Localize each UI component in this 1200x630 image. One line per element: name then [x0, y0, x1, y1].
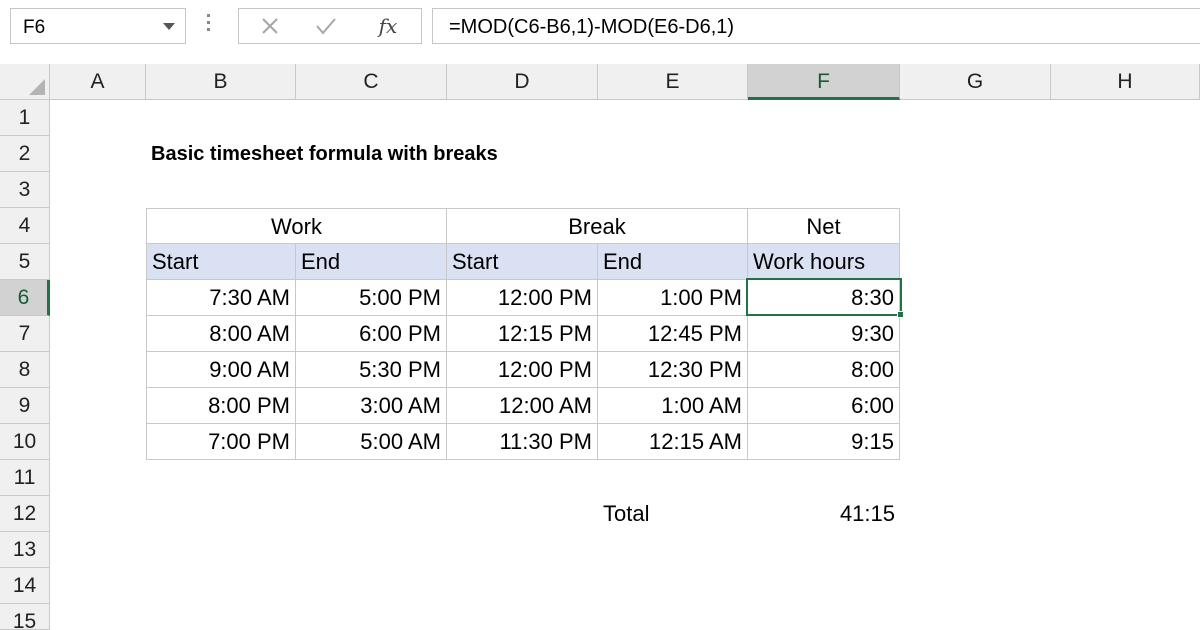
cell-d10[interactable]: 11:30 PM [447, 424, 598, 460]
sheet-title[interactable]: Basic timesheet formula with breaks [146, 136, 503, 172]
formula-input[interactable]: =MOD(C6-B6,1)-MOD(E6-D6,1) [432, 8, 1200, 44]
work-group-header[interactable]: Work [146, 208, 447, 244]
cell-c6[interactable]: 5:00 PM [296, 280, 447, 316]
work-end-header[interactable]: End [296, 244, 447, 280]
cell-e8[interactable]: 12:30 PM [598, 352, 748, 388]
row-header-3[interactable]: 3 [0, 172, 50, 208]
cell-b8[interactable]: 9:00 AM [146, 352, 296, 388]
work-start-header[interactable]: Start [146, 244, 296, 280]
row-header-8[interactable]: 8 [0, 352, 50, 388]
cell-c8[interactable]: 5:30 PM [296, 352, 447, 388]
cell-e10[interactable]: 12:15 AM [598, 424, 748, 460]
cell-b9[interactable]: 8:00 PM [146, 388, 296, 424]
row-header-1[interactable]: 1 [0, 100, 50, 136]
column-header-e[interactable]: E [598, 64, 748, 100]
row-header-9[interactable]: 9 [0, 388, 50, 424]
cell-d9[interactable]: 12:00 AM [447, 388, 598, 424]
formula-text: =MOD(C6-B6,1)-MOD(E6-D6,1) [449, 16, 734, 39]
cell-e7[interactable]: 12:45 PM [598, 316, 748, 352]
formula-bar: F6 fx =MOD(C6-B6,1)-MOD(E6-D6,1) [0, 0, 1200, 64]
cell-d8[interactable]: 12:00 PM [447, 352, 598, 388]
cell-c10[interactable]: 5:00 AM [296, 424, 447, 460]
cell-f10[interactable]: 9:15 [748, 424, 900, 460]
insert-function-icon[interactable]: fx [363, 9, 413, 43]
row-header-14[interactable]: 14 [0, 568, 50, 604]
column-header-b[interactable]: B [146, 64, 296, 100]
row-header-2[interactable]: 2 [0, 136, 50, 172]
total-value[interactable]: 41:15 [748, 496, 900, 532]
row-header-6[interactable]: 6 [0, 280, 50, 316]
name-box-value: F6 [23, 17, 45, 39]
cell-b7[interactable]: 8:00 AM [146, 316, 296, 352]
column-header-c[interactable]: C [296, 64, 447, 100]
total-label[interactable]: Total [598, 496, 748, 532]
cell-f6[interactable]: 8:30 [748, 280, 900, 316]
cell-f8[interactable]: 8:00 [748, 352, 900, 388]
net-group-header[interactable]: Net [748, 208, 900, 244]
worksheet-grid[interactable]: A B C D E F G H 1 2 3 4 5 6 7 8 9 10 11 … [0, 64, 1200, 630]
formula-buttons: fx [238, 8, 422, 44]
fill-handle[interactable] [897, 311, 904, 318]
column-header-a[interactable]: A [50, 64, 146, 100]
checkmark-icon[interactable] [301, 9, 351, 43]
cell-e6[interactable]: 1:00 PM [598, 280, 748, 316]
select-all-triangle-icon [29, 79, 45, 95]
column-header-d[interactable]: D [447, 64, 598, 100]
row-header-5[interactable]: 5 [0, 244, 50, 280]
dropdown-arrow-icon[interactable] [163, 23, 175, 30]
cell-c9[interactable]: 3:00 AM [296, 388, 447, 424]
cell-c7[interactable]: 6:00 PM [296, 316, 447, 352]
break-start-header[interactable]: Start [447, 244, 598, 280]
cell-e9[interactable]: 1:00 AM [598, 388, 748, 424]
grip-handle-icon[interactable] [207, 14, 211, 38]
row-header-12[interactable]: 12 [0, 496, 50, 532]
row-header-4[interactable]: 4 [0, 208, 50, 244]
row-header-10[interactable]: 10 [0, 424, 50, 460]
fx-label: fx [379, 14, 398, 38]
cell-d7[interactable]: 12:15 PM [447, 316, 598, 352]
cell-f7[interactable]: 9:30 [748, 316, 900, 352]
column-header-f[interactable]: F [748, 64, 900, 100]
row-header-7[interactable]: 7 [0, 316, 50, 352]
row-header-11[interactable]: 11 [0, 460, 50, 496]
name-box[interactable]: F6 [10, 8, 186, 44]
row-header-15[interactable]: 15 [0, 604, 50, 630]
cell-b6[interactable]: 7:30 AM [146, 280, 296, 316]
break-end-header[interactable]: End [598, 244, 748, 280]
select-all-button[interactable] [0, 64, 50, 100]
column-header-h[interactable]: H [1051, 64, 1200, 100]
cell-b10[interactable]: 7:00 PM [146, 424, 296, 460]
column-header-g[interactable]: G [900, 64, 1051, 100]
row-header-13[interactable]: 13 [0, 532, 50, 568]
cell-f9[interactable]: 6:00 [748, 388, 900, 424]
break-group-header[interactable]: Break [447, 208, 748, 244]
work-hours-header[interactable]: Work hours [748, 244, 900, 280]
cancel-icon[interactable] [245, 9, 295, 43]
cell-d6[interactable]: 12:00 PM [447, 280, 598, 316]
